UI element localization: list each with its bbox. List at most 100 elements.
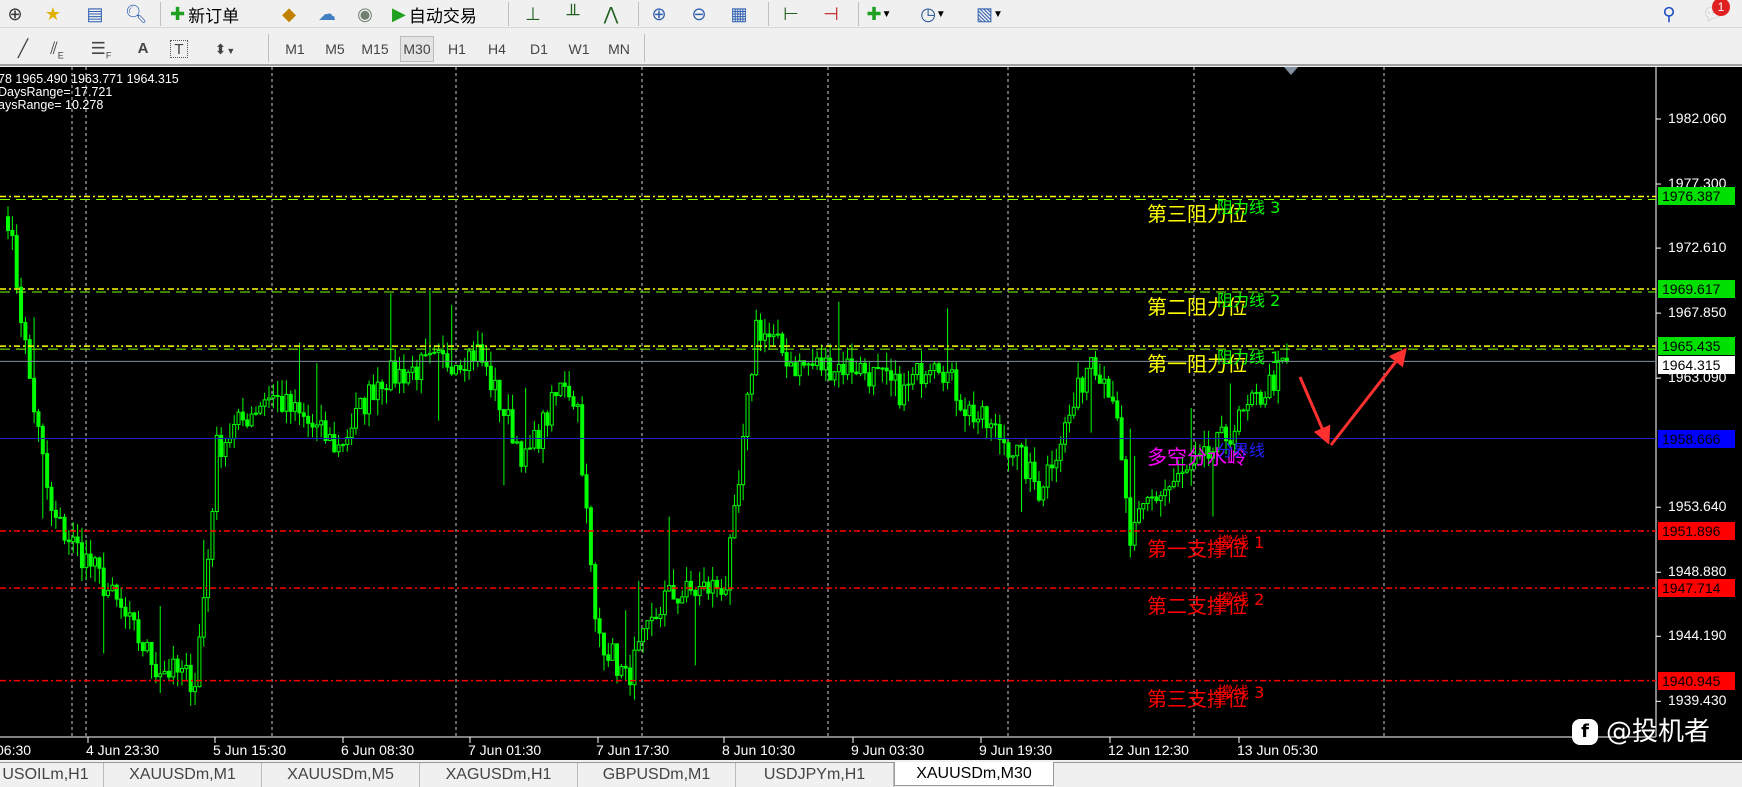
candle-body (1050, 464, 1054, 469)
candle-body (997, 424, 1002, 441)
candle-body (497, 379, 502, 411)
candle-body (501, 409, 506, 416)
chart-tab[interactable]: XAGUSDm,H1 (420, 763, 578, 787)
timeframe-m30[interactable]: M30 (400, 36, 434, 62)
timeframe-h1[interactable]: H1 (440, 36, 474, 62)
candle-body (1093, 357, 1098, 376)
bar-chart-icon[interactable]: ⊥ (520, 2, 546, 26)
fibo-retracement-icon[interactable]: ☰F (88, 36, 114, 62)
tester-icon[interactable]: 🔍︎ (123, 2, 149, 26)
candle-body (314, 424, 319, 428)
drawing-timeframe-toolbar: ╱ ⫽E ☰F A T ⬍▼ M1 M5 M15 M30 H1 H4 D1 W1 MN (0, 28, 1742, 66)
candle-body (158, 673, 163, 678)
candle-body (889, 370, 894, 381)
candle-body (449, 366, 454, 375)
chart-tab[interactable]: XAUUSDm,M5 (262, 763, 420, 787)
timeframe-m5[interactable]: M5 (318, 36, 352, 62)
candle-body (562, 382, 567, 387)
level-price-label: 1940.945 (1658, 671, 1735, 690)
templates-dropdown[interactable]: ▧ ▼ (976, 2, 1003, 26)
candle-body (1154, 496, 1159, 502)
up-arrow (1329, 347, 1407, 446)
candle-body (976, 418, 981, 423)
candle-body (306, 415, 311, 424)
candle-body (806, 363, 811, 366)
terminal-icon[interactable]: ☁ (314, 2, 340, 26)
line-tool-icon[interactable]: ╱ (10, 36, 36, 62)
timeframe-m15[interactable]: M15 (358, 36, 392, 62)
candle-body (1271, 374, 1276, 391)
time-tick-label: 8 Jun 10:30 (722, 742, 796, 758)
fibo-expansion-icon[interactable]: ⫽E (44, 36, 70, 62)
candle-body (510, 409, 515, 444)
candle-body (754, 319, 759, 376)
periods-dropdown[interactable]: ◷ ▼ (920, 2, 946, 26)
crosshair-icon[interactable]: ⊕ (2, 2, 28, 26)
text-tool[interactable]: A (130, 36, 156, 62)
candle-body (214, 434, 219, 513)
timeframe-w1[interactable]: W1 (562, 36, 596, 62)
new-order-button[interactable]: ✚ 新订单 (170, 2, 239, 27)
candle-body (636, 641, 641, 651)
tile-windows-icon[interactable]: ▦ (726, 2, 752, 26)
indicators-dropdown[interactable]: ✚ ▼ (866, 2, 892, 26)
candle-body (945, 371, 950, 383)
candle-body (332, 434, 337, 453)
candle-body (467, 350, 472, 372)
candle-body (876, 366, 880, 369)
chart-tab[interactable]: USDJPYm,H1 (736, 763, 894, 787)
candle-body (588, 507, 593, 566)
candle-body (936, 363, 941, 373)
candle-body (597, 618, 602, 634)
candle-body (897, 373, 902, 406)
candle-body (762, 333, 767, 341)
candle-body (119, 598, 124, 608)
chart-shift-icon[interactable]: ⊣ (818, 2, 844, 26)
auto-scroll-icon[interactable]: ⊢ (778, 2, 804, 26)
candle-body (327, 434, 332, 442)
timeframe-m1[interactable]: M1 (278, 36, 312, 62)
candle-body (1241, 409, 1246, 412)
line-chart-icon[interactable]: ⋀ (598, 2, 624, 26)
candle-body (319, 420, 324, 426)
candle-body (1023, 446, 1028, 480)
timeframe-mn[interactable]: MN (602, 36, 636, 62)
price-chart[interactable]: 78 1965.490 1963.771 1964.315 DaysRange=… (0, 67, 1742, 760)
timeframe-d1[interactable]: D1 (522, 36, 556, 62)
candle-body (1110, 396, 1115, 402)
navigator-icon[interactable]: ▤ (82, 2, 108, 26)
chart-tab[interactable]: XAUUSDm,M30 (894, 762, 1054, 786)
level-price-label: 1965.435 (1658, 337, 1735, 356)
zoom-in-icon[interactable]: ⊕ (646, 2, 672, 26)
search-icon[interactable]: ⚲ (1656, 2, 1682, 26)
timeframe-h4[interactable]: H4 (480, 36, 514, 62)
chart-tab[interactable]: USOILm,H1 (0, 763, 104, 787)
candle-body (741, 435, 746, 486)
metaeditor-icon[interactable]: ◆ (276, 2, 302, 26)
current-price-label: 1964.315 (1658, 356, 1735, 375)
time-tick-label: 06:30 (0, 742, 32, 758)
candle-body (1141, 503, 1146, 510)
text-label-tool[interactable]: T (170, 40, 188, 58)
chart-shift-marker[interactable] (1284, 67, 1298, 75)
candle-body (258, 405, 263, 414)
candle-body (206, 558, 211, 599)
chart-tab[interactable]: XAUUSDm,M1 (104, 763, 262, 787)
candle-body (432, 351, 437, 354)
notifications-button[interactable]: 💬︎ 1 (1700, 0, 1730, 26)
candle-body (93, 557, 97, 567)
arrows-dropdown[interactable]: ⬍▼ (212, 36, 238, 62)
candle-body (567, 385, 572, 398)
signals-icon[interactable]: ◉ (352, 2, 378, 26)
price-tick-label: 1967.850 (1668, 304, 1727, 321)
time-tick-label: 13 Jun 05:30 (1237, 742, 1318, 758)
candlestick-icon[interactable]: ╨ (560, 2, 586, 26)
auto-trading-button[interactable]: ▶ 自动交易 (392, 2, 477, 27)
zoom-out-icon[interactable]: ⊖ (686, 2, 712, 26)
chart-tab[interactable]: GBPUSDm,M1 (578, 763, 736, 787)
chart-tabs: USOILm,H1 XAUUSDm,M1 XAUUSDm,M5 XAGUSDm,H1 G… (0, 762, 1742, 787)
candle-body (1036, 481, 1041, 501)
favorites-icon[interactable]: ★ (40, 2, 66, 26)
time-tick-label: 7 Jun 17:30 (596, 742, 670, 758)
candle-body (14, 235, 19, 288)
